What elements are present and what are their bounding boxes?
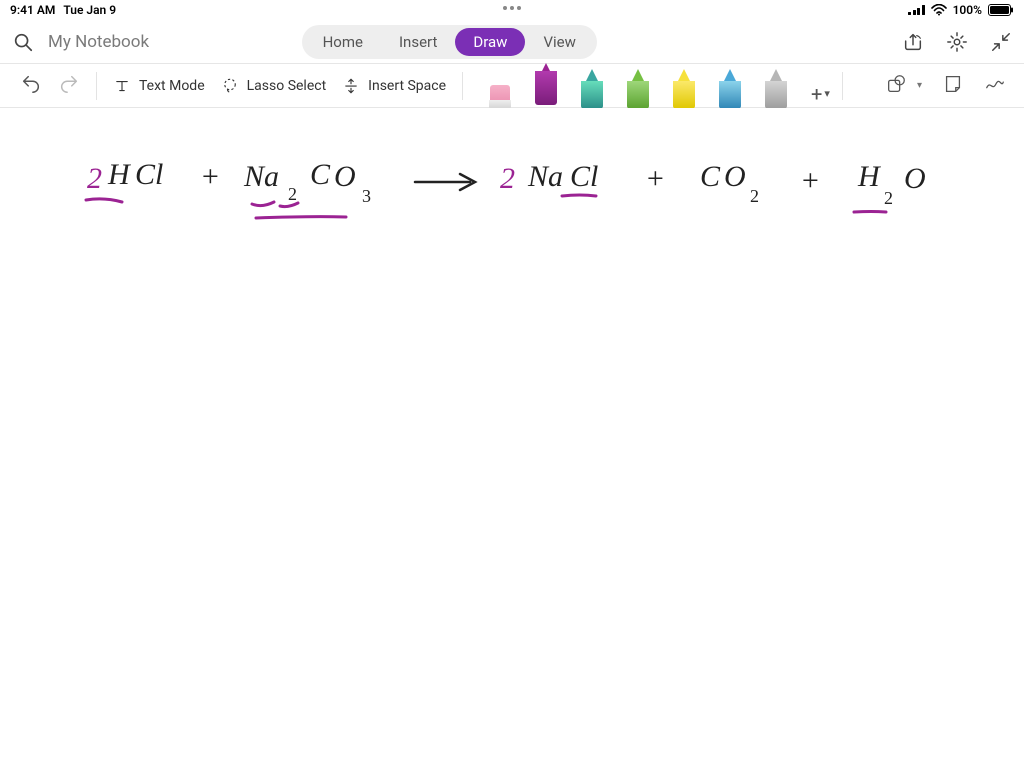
ink-C: C: [310, 158, 331, 191]
plus-icon: +: [811, 82, 822, 106]
lasso-select-label: Lasso Select: [247, 78, 327, 94]
text-mode-button[interactable]: Text Mode: [113, 77, 205, 95]
battery-percent: 100%: [953, 3, 982, 17]
ink-sub2b: 2: [750, 186, 759, 206]
tab-draw[interactable]: Draw: [455, 28, 525, 56]
ink-underline-3: [256, 217, 346, 218]
insert-space-button[interactable]: Insert Space: [342, 77, 446, 95]
ink-O3: O: [904, 162, 926, 195]
drawing-canvas[interactable]: 2 H Cl + Na 2 C O 3 2 Na Cl + C O: [0, 108, 1024, 768]
ink-O2: O: [724, 160, 746, 193]
mode-tabs: Home Insert Draw View: [302, 25, 597, 59]
ink-H2: H: [857, 160, 882, 193]
sticky-note-button[interactable]: [942, 73, 964, 99]
ink-Na2: Na: [527, 160, 563, 193]
ink-sub3: 3: [362, 186, 371, 206]
lasso-select-button[interactable]: Lasso Select: [221, 77, 327, 95]
wifi-icon: [931, 4, 947, 16]
ink-Cl2: Cl: [570, 160, 598, 193]
chevron-down-icon: ▾: [917, 80, 922, 91]
text-mode-label: Text Mode: [139, 78, 205, 94]
ipad-status-bar: 9:41 AM Tue Jan 9 100%: [0, 0, 1024, 20]
ink-plus-2: +: [645, 162, 665, 195]
add-pen-button[interactable]: + ▾: [805, 79, 836, 109]
undo-button[interactable]: [20, 73, 42, 99]
shapes-menu-button[interactable]: [885, 73, 907, 99]
ink-layer: 2 H Cl + Na 2 C O 3 2 Na Cl + C O: [0, 108, 1024, 768]
ink-underline-4: [562, 195, 596, 196]
scribble-icon[interactable]: [984, 73, 1006, 99]
teal-pen[interactable]: [575, 69, 609, 109]
tab-view[interactable]: View: [525, 28, 593, 56]
yellow-highlighter[interactable]: [667, 69, 701, 109]
ink-underline-1: [86, 199, 122, 202]
ink-Cl: Cl: [135, 158, 163, 191]
ink-sub2a: 2: [288, 184, 297, 204]
insert-space-label: Insert Space: [368, 78, 446, 94]
search-icon[interactable]: [12, 31, 34, 53]
pen-palette: + ▾: [483, 63, 836, 109]
gear-icon[interactable]: [946, 31, 968, 53]
ink-sub2c: 2: [884, 188, 893, 208]
status-time: 9:41 AM: [10, 3, 55, 17]
ink-underline-5: [854, 212, 886, 213]
ink-C2: C: [700, 160, 721, 193]
ink-plus-1: +: [200, 160, 220, 193]
blue-pen[interactable]: [713, 69, 747, 109]
chevron-down-icon: ▾: [824, 87, 830, 100]
eraser-tool[interactable]: [483, 69, 517, 109]
tab-insert[interactable]: Insert: [381, 28, 455, 56]
signal-icon: [908, 5, 925, 15]
divider: [96, 72, 97, 100]
ink-H: H: [107, 158, 132, 191]
collapse-icon[interactable]: [990, 31, 1012, 53]
share-icon[interactable]: [902, 31, 924, 53]
draw-toolbar: Text Mode Lasso Select Insert Space + ▾ …: [0, 64, 1024, 108]
ink-coef-2: 2: [87, 162, 102, 195]
top-nav: My Notebook Home Insert Draw View: [0, 20, 1024, 64]
ink-O: O: [334, 160, 356, 193]
ink-coef-2b: 2: [500, 162, 515, 195]
divider: [462, 72, 463, 100]
tab-home[interactable]: Home: [305, 28, 381, 56]
battery-icon: [988, 4, 1014, 16]
ink-Na: Na: [243, 160, 279, 193]
magenta-marker[interactable]: [529, 63, 563, 109]
green-pen[interactable]: [621, 69, 655, 109]
gray-pen[interactable]: [759, 69, 793, 109]
ink-plus-3: +: [800, 164, 820, 197]
multitask-dots-icon[interactable]: [503, 6, 521, 10]
redo-button[interactable]: [58, 73, 80, 99]
divider: [842, 72, 843, 100]
status-date: Tue Jan 9: [63, 3, 116, 17]
notebook-title[interactable]: My Notebook: [48, 32, 149, 52]
